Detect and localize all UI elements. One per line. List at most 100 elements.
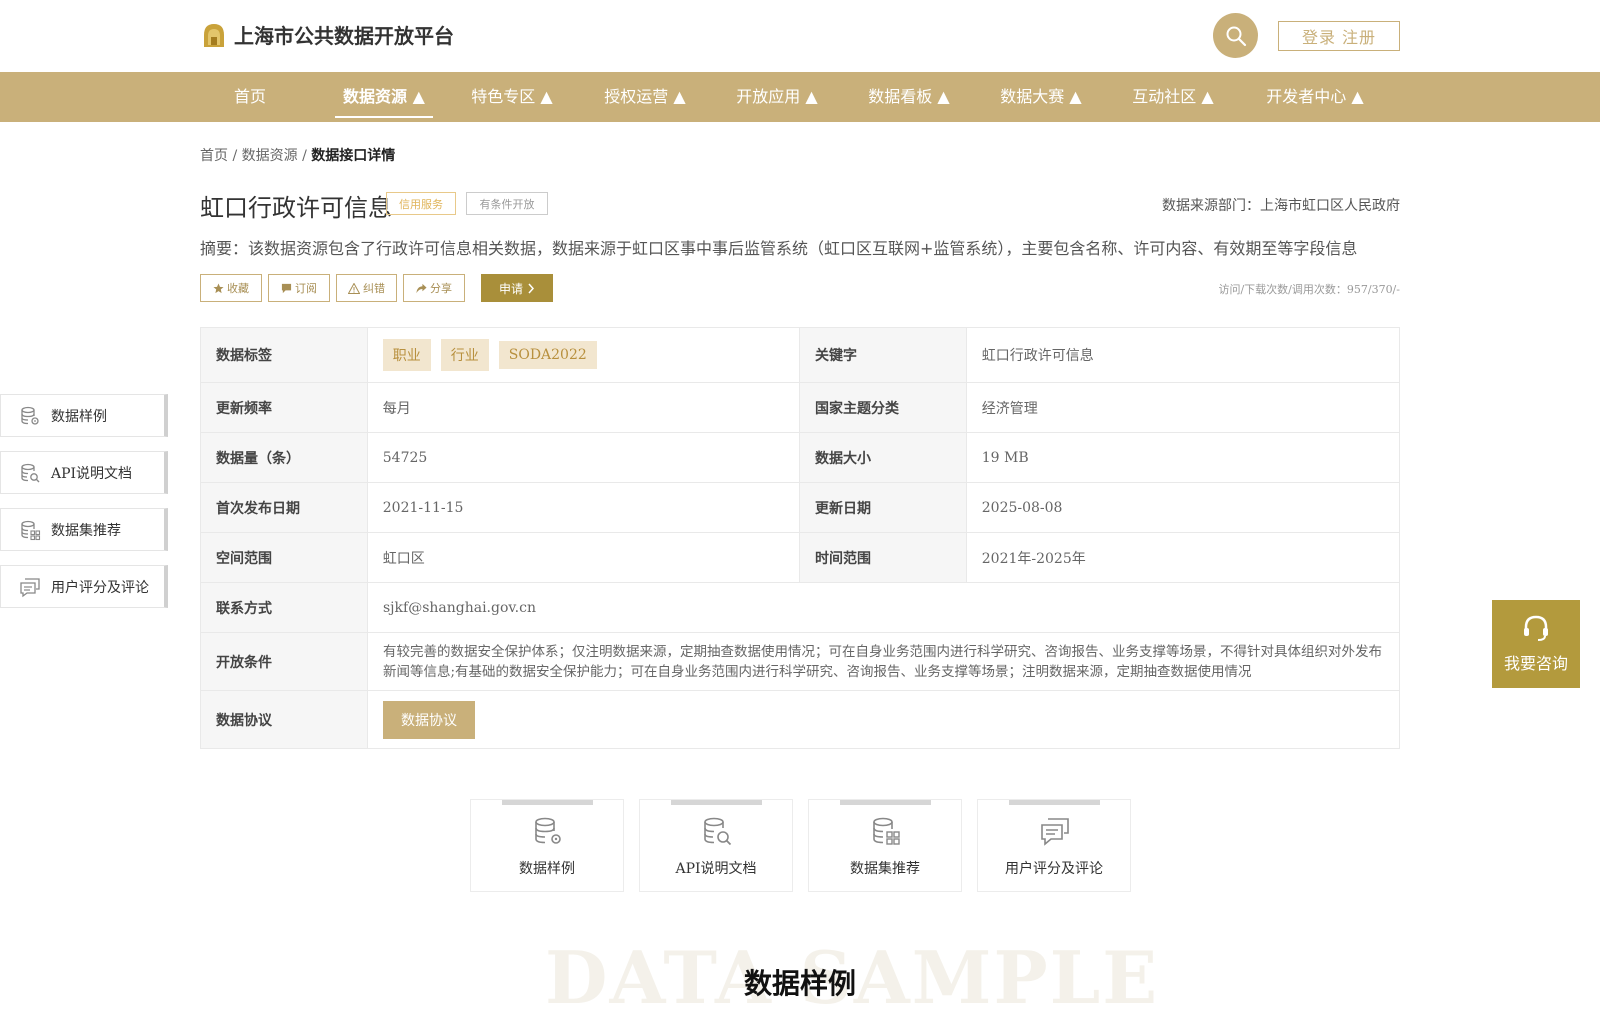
card-top-bar: [502, 800, 593, 805]
card-label: 用户评分及评论: [1005, 861, 1103, 877]
theme-category-value: 经济管理: [981, 400, 1038, 417]
data-size-value: 19 MB: [981, 449, 1029, 466]
table-label: 首次发布日期: [201, 483, 368, 532]
tab-card-data-sample[interactable]: 数据样例: [470, 799, 624, 892]
share-button[interactable]: 分享: [403, 274, 465, 302]
sidebar-item-api-docs[interactable]: API说明文档: [0, 451, 168, 494]
share-icon: [416, 283, 427, 293]
database-search-icon: [704, 817, 732, 846]
breadcrumb-home[interactable]: 首页: [200, 148, 228, 164]
nav-item-data-board[interactable]: 数据看板 ▲: [863, 72, 955, 122]
table-label: 空间范围: [201, 533, 368, 582]
card-label: 数据集推荐: [850, 861, 920, 877]
search-icon: [1226, 26, 1246, 46]
conditional-open-badge: 有条件开放: [466, 192, 548, 215]
info-table: 数据标签 职业 行业 SODA2022 关键字 虹口行政许可信息 更新频率 每月…: [200, 327, 1400, 749]
table-row: 首次发布日期 2021-11-15 更新日期 2025-08-08: [201, 483, 1399, 533]
table-label: 数据量（条）: [201, 433, 368, 482]
table-row: 更新频率 每月 国家主题分类 经济管理: [201, 383, 1399, 433]
breadcrumb: 首页 / 数据资源 / 数据接口详情: [200, 145, 395, 165]
consult-button[interactable]: 我要咨询: [1492, 600, 1580, 688]
main-nav: 首页 数据资源 ▲ 特色专区 ▲ 授权运营 ▲ 开放应用 ▲ 数据看板 ▲ 数据…: [0, 72, 1600, 122]
comment-icon: [20, 577, 40, 597]
card-label: API说明文档: [675, 861, 757, 877]
tab-card-dataset-recommend[interactable]: 数据集推荐: [808, 799, 962, 892]
time-range-value: 2021年-2025年: [981, 550, 1086, 567]
nav-item-open-apps[interactable]: 开放应用 ▲: [731, 72, 823, 122]
card-top-bar: [1009, 800, 1100, 805]
tab-card-api-docs[interactable]: API说明文档: [639, 799, 793, 892]
breadcrumb-separator: /: [228, 148, 242, 164]
site-logo[interactable]: 上海市公共数据开放平台: [200, 20, 454, 49]
access-stats: 访问/下载次数/调用次数：957/370/-: [1218, 283, 1400, 296]
table-row: 空间范围 虹口区 时间范围 2021年-2025年: [201, 533, 1399, 583]
search-button[interactable]: [1213, 13, 1258, 58]
source-department: 数据来源部门：上海市虹口区人民政府: [1162, 198, 1400, 214]
table-label: 更新频率: [201, 383, 368, 432]
page-title: 虹口行政许可信息: [200, 194, 392, 222]
spatial-range-value: 虹口区: [368, 533, 800, 582]
bookmark-icon: [281, 283, 292, 293]
contact-value: sjkf@shanghai.gov.cn: [383, 599, 536, 616]
nav-item-authorized-ops[interactable]: 授权运营 ▲: [599, 72, 691, 122]
first-publish-date-value: 2021-11-15: [368, 483, 800, 532]
subscribe-label: 订阅: [295, 282, 317, 295]
update-frequency-value: 每月: [368, 383, 800, 432]
headset-icon: [1524, 615, 1548, 641]
table-label: 关键字: [800, 328, 967, 382]
table-label: 数据标签: [201, 328, 368, 382]
breadcrumb-resources[interactable]: 数据资源: [242, 148, 298, 164]
warning-icon: [348, 282, 360, 294]
table-row: 联系方式 sjkf@shanghai.gov.cn: [201, 583, 1399, 633]
site-title: 上海市公共数据开放平台: [234, 24, 454, 48]
database-gear-icon: [535, 817, 561, 844]
tag-pill[interactable]: SODA2022: [498, 341, 597, 369]
sidebar-item-dataset-recommend[interactable]: 数据集推荐: [0, 508, 168, 551]
table-label: 时间范围: [800, 533, 967, 582]
sidebar-item-ratings-comments[interactable]: 用户评分及评论: [0, 565, 168, 608]
card-top-bar: [671, 800, 762, 805]
nav-item-developer[interactable]: 开发者中心 ▲: [1262, 72, 1368, 122]
sidebar-item-label: 用户评分及评论: [51, 579, 149, 596]
database-search-icon: [21, 463, 40, 482]
sidebar-item-label: 数据集推荐: [51, 522, 121, 539]
data-agreement-button[interactable]: 数据协议: [383, 700, 475, 739]
nav-item-special-zones[interactable]: 特色专区 ▲: [466, 72, 558, 122]
table-row: 开放条件 有较完善的数据安全保护体系；仅注明数据来源，定期抽查数据使用情况；可在…: [201, 633, 1399, 691]
table-row: 数据协议 数据协议: [201, 691, 1399, 748]
table-label: 更新日期: [800, 483, 967, 532]
table-label: 数据大小: [800, 433, 967, 482]
favorite-label: 收藏: [227, 282, 249, 295]
sidebar-item-data-sample[interactable]: 数据样例: [0, 394, 168, 437]
favorite-button[interactable]: 收藏: [200, 274, 262, 302]
keyword-value: 虹口行政许可信息: [981, 348, 1094, 364]
table-row: 数据标签 职业 行业 SODA2022 关键字 虹口行政许可信息: [201, 328, 1399, 383]
report-error-label: 纠错: [363, 282, 385, 295]
tab-card-ratings-comments[interactable]: 用户评分及评论: [977, 799, 1131, 892]
database-grid-icon: [873, 817, 900, 845]
database-grid-icon: [21, 520, 41, 540]
nav-item-home[interactable]: 首页: [222, 72, 278, 122]
report-error-button[interactable]: 纠错: [336, 274, 397, 302]
tag-pill[interactable]: 职业: [382, 339, 431, 371]
nav-item-data-resources[interactable]: 数据资源 ▲: [335, 72, 433, 122]
database-gear-icon: [21, 406, 39, 425]
table-label: 国家主题分类: [800, 383, 967, 432]
card-top-bar: [840, 800, 931, 805]
comment-icon: [1041, 818, 1069, 846]
sidebar-item-label: 数据样例: [51, 408, 107, 425]
section-title: 数据样例: [743, 967, 856, 1000]
table-row: 数据量（条） 54725 数据大小 19 MB: [201, 433, 1399, 483]
summary-text: 摘要：该数据资源包含了行政许可信息相关数据，数据来源于虹口区事中事后监管系统（虹…: [200, 239, 1358, 258]
apply-button[interactable]: 申请: [481, 274, 553, 302]
credit-service-badge: 信用服务: [386, 192, 456, 215]
nav-item-community[interactable]: 互动社区 ▲: [1127, 72, 1219, 122]
subscribe-button[interactable]: 订阅: [268, 274, 330, 302]
sidebar-item-label: API说明文档: [51, 465, 133, 482]
tag-pill[interactable]: 行业: [440, 339, 489, 371]
share-label: 分享: [430, 282, 452, 295]
login-register-button[interactable]: 登录 注册: [1278, 21, 1400, 51]
nav-item-competition[interactable]: 数据大赛 ▲: [995, 72, 1087, 122]
table-label: 数据协议: [201, 691, 368, 748]
table-label: 联系方式: [201, 583, 368, 632]
